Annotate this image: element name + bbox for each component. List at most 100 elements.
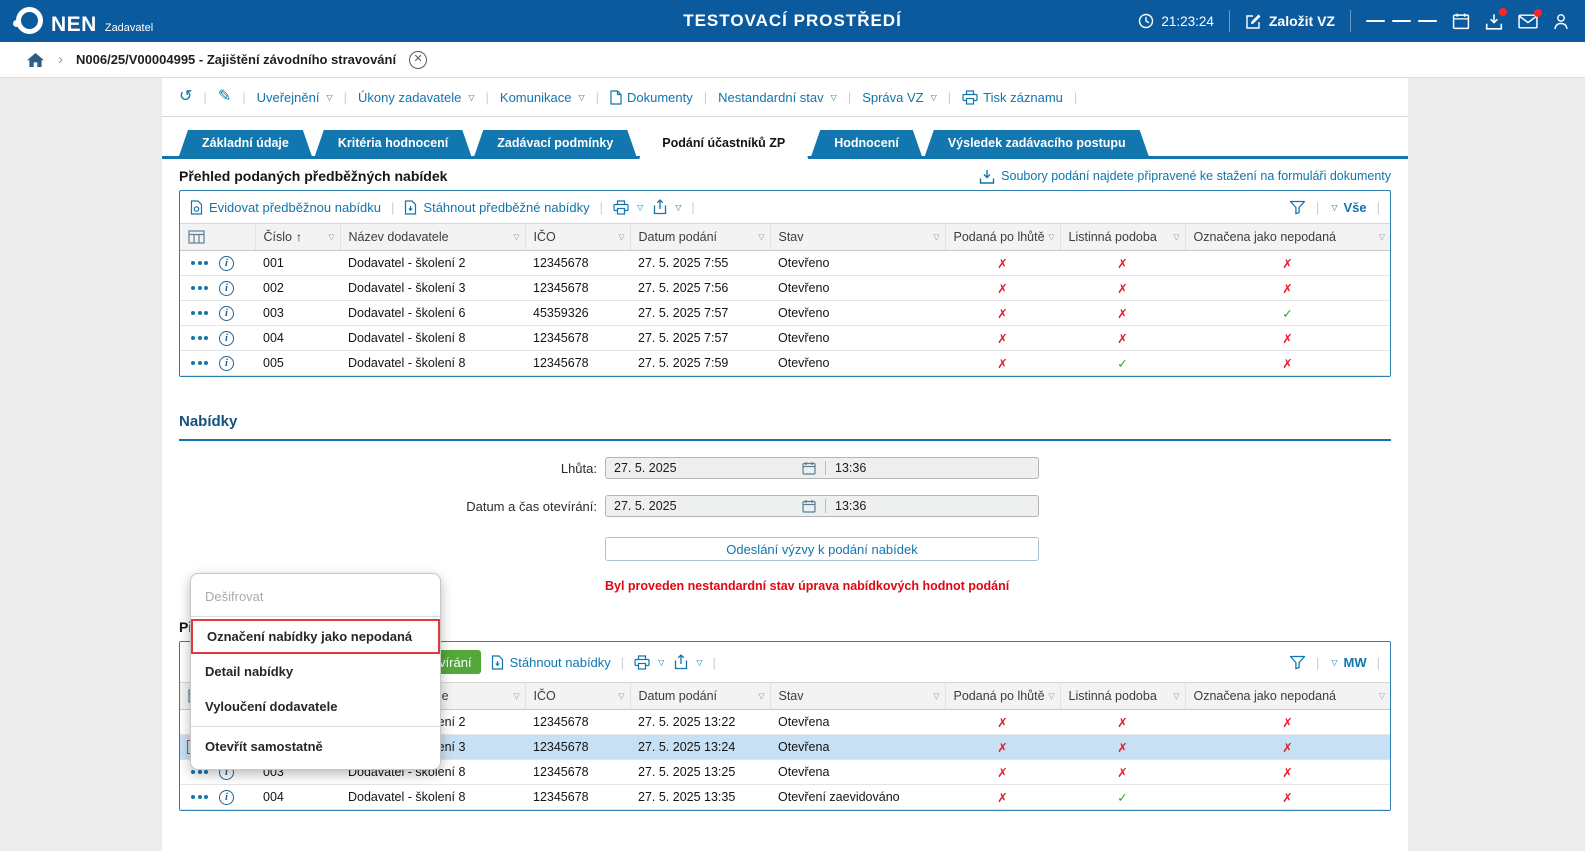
column-header-nazev-dodavatele[interactable]: Název dodavatele▽ bbox=[340, 224, 525, 251]
filter-dropdown-icon[interactable]: ▽ bbox=[513, 692, 519, 701]
column-header-podana-po-lhute[interactable]: Podaná po lhůtě▽ bbox=[945, 683, 1060, 710]
chevron-down-icon: ▽ bbox=[468, 93, 474, 102]
filter-icon[interactable] bbox=[1289, 200, 1306, 215]
info-icon[interactable]: i bbox=[219, 281, 234, 296]
export-button[interactable]: ▽ bbox=[653, 199, 681, 215]
column-header-ico[interactable]: IČO▽ bbox=[525, 224, 630, 251]
info-icon[interactable]: i bbox=[219, 790, 234, 805]
column-header-datum-podani[interactable]: Datum podání▽ bbox=[630, 683, 770, 710]
command-uverejneni[interactable]: Uveřejnění▽ bbox=[257, 90, 333, 105]
print-button[interactable]: ▽ bbox=[613, 200, 643, 215]
info-icon[interactable]: i bbox=[219, 306, 234, 321]
lhuta-datetime-field[interactable]: 27. 5. 2025 13:36 bbox=[605, 457, 1039, 479]
filter-dropdown-icon[interactable]: ▽ bbox=[758, 233, 764, 242]
tab-kriteria-hodnoceni[interactable]: Kritéria hodnocení bbox=[315, 130, 471, 156]
column-header-listinna-podoba[interactable]: Listinná podoba▽ bbox=[1060, 683, 1185, 710]
close-record-icon[interactable]: ✕ bbox=[409, 51, 427, 69]
tab-zadavaci-podminky[interactable]: Zadávací podmínky bbox=[474, 130, 636, 156]
tab-vysledek-zadavaciho-postupu[interactable]: Výsledek zadávacího postupu bbox=[925, 130, 1149, 156]
column-settings-icon[interactable] bbox=[188, 230, 237, 244]
info-icon[interactable]: i bbox=[219, 356, 234, 371]
messages-icon[interactable] bbox=[1518, 14, 1538, 29]
home-icon[interactable] bbox=[26, 52, 45, 68]
filter-dropdown-icon[interactable]: ▽ bbox=[1173, 692, 1179, 701]
filter-dropdown-icon[interactable]: ▽ bbox=[1048, 692, 1054, 701]
filter-dropdown-icon[interactable]: ▽ bbox=[1048, 233, 1054, 242]
table-row[interactable]: i001Dodavatel - školení 21234567827. 5. … bbox=[180, 251, 1390, 276]
filter-dropdown-icon[interactable]: ▽ bbox=[328, 233, 334, 242]
download-bids-button[interactable]: Stáhnout nabídky bbox=[491, 655, 611, 670]
row-menu-icon[interactable] bbox=[188, 257, 211, 269]
table-row[interactable]: i005Dodavatel - školení 81234567827. 5. … bbox=[180, 351, 1390, 376]
filter-dropdown-icon[interactable]: ▽ bbox=[618, 233, 624, 242]
edit-icon[interactable]: ✎ bbox=[218, 89, 231, 105]
command-sprava-vz[interactable]: Správa VZ▽ bbox=[862, 90, 937, 105]
download-note-link[interactable]: Soubory podání najdete připravené ke sta… bbox=[979, 169, 1391, 184]
row-menu-icon[interactable] bbox=[188, 332, 211, 344]
tab-zakladni-udaje[interactable]: Základní údaje bbox=[179, 130, 312, 156]
brand[interactable]: NEN Zadavatel bbox=[16, 7, 153, 35]
table-row[interactable]: i003Dodavatel - školení 64535932627. 5. … bbox=[180, 301, 1390, 326]
column-header-listinna-podoba[interactable]: Listinná podoba▽ bbox=[1060, 224, 1185, 251]
column-header-ico[interactable]: IČO▽ bbox=[525, 683, 630, 710]
user-icon[interactable] bbox=[1553, 13, 1569, 30]
filter-dropdown-icon[interactable]: ▽ bbox=[513, 233, 519, 242]
filter-dropdown-icon[interactable]: ▽ bbox=[1379, 692, 1385, 701]
command-nestandardni-stav[interactable]: Nestandardní stav▽ bbox=[718, 90, 837, 105]
menu-icon[interactable] bbox=[1366, 17, 1437, 26]
cross-icon: ✗ bbox=[997, 741, 1007, 755]
filter-dropdown-icon[interactable]: ▽ bbox=[1173, 233, 1179, 242]
filter-dropdown-icon[interactable]: ▽ bbox=[618, 692, 624, 701]
export-button[interactable]: ▽ bbox=[674, 654, 702, 670]
downloads-icon[interactable] bbox=[1485, 13, 1503, 30]
tab-hodnoceni[interactable]: Hodnocení bbox=[811, 130, 922, 156]
register-preliminary-bid-button[interactable]: Evidovat předběžnou nabídku bbox=[190, 200, 381, 215]
command-dokumenty[interactable]: Dokumenty bbox=[610, 90, 693, 105]
download-preliminary-bids-button[interactable]: Stáhnout předběžné nabídky bbox=[404, 200, 589, 215]
info-icon[interactable]: i bbox=[219, 331, 234, 346]
command-ukony-zadavatele[interactable]: Úkony zadavatele▽ bbox=[358, 90, 475, 105]
table-row[interactable]: i002Dodavatel - školení 31234567827. 5. … bbox=[180, 276, 1390, 301]
filter-dropdown-icon[interactable]: ▽ bbox=[933, 692, 939, 701]
table-row[interactable]: i004Dodavatel - školení 81234567827. 5. … bbox=[180, 785, 1390, 810]
column-header-cislo[interactable]: Číslo↑▽ bbox=[255, 224, 340, 251]
breadcrumb-item[interactable]: N006/25/V00004995 - Zajištění závodního … bbox=[76, 52, 396, 67]
history-icon[interactable]: ↺ bbox=[179, 89, 192, 105]
calendar-icon[interactable] bbox=[1452, 12, 1470, 30]
context-menu-item[interactable]: Otevřít samostatně bbox=[191, 729, 440, 764]
filter-dropdown-icon[interactable]: ▽ bbox=[1379, 233, 1385, 242]
lhuta-date-value[interactable]: 27. 5. 2025 bbox=[606, 461, 802, 475]
otevirani-date-value[interactable]: 27. 5. 2025 bbox=[606, 499, 802, 513]
table-row[interactable]: i004Dodavatel - školení 81234567827. 5. … bbox=[180, 326, 1390, 351]
otevirani-time-value[interactable]: 13:36 bbox=[835, 499, 866, 513]
column-header-stav[interactable]: Stav▽ bbox=[770, 683, 945, 710]
lhuta-time-value[interactable]: 13:36 bbox=[835, 461, 866, 475]
command-tisk-zaznamu[interactable]: Tisk záznamu bbox=[962, 90, 1063, 105]
row-menu-icon[interactable] bbox=[188, 307, 211, 319]
create-vz-button[interactable]: Založit VZ bbox=[1245, 13, 1335, 30]
tab-podani-ucastniku-zp[interactable]: Podání účastníků ZP bbox=[639, 130, 808, 159]
cell-po_lhute: ✗ bbox=[945, 760, 1060, 785]
filter-dropdown-icon[interactable]: ▽ bbox=[758, 692, 764, 701]
column-header-podana-po-lhute[interactable]: Podaná po lhůtě▽ bbox=[945, 224, 1060, 251]
sort-asc-icon[interactable]: ↑ bbox=[296, 230, 302, 244]
filter-dropdown-icon[interactable]: ▽ bbox=[933, 233, 939, 242]
column-header-stav[interactable]: Stav▽ bbox=[770, 224, 945, 251]
info-icon[interactable]: i bbox=[219, 256, 234, 271]
row-menu-icon[interactable] bbox=[188, 791, 211, 803]
column-header-oznacena-jako-nepodana[interactable]: Označena jako nepodaná▽ bbox=[1185, 224, 1390, 251]
column-header-datum-podani[interactable]: Datum podání▽ bbox=[630, 224, 770, 251]
context-menu-item[interactable]: Vyloučení dodavatele bbox=[191, 689, 440, 724]
print-button[interactable]: ▽ bbox=[634, 655, 664, 670]
column-header-oznacena-jako-nepodana[interactable]: Označena jako nepodaná▽ bbox=[1185, 683, 1390, 710]
row-menu-icon[interactable] bbox=[188, 357, 211, 369]
filter-icon[interactable] bbox=[1289, 655, 1306, 670]
context-menu-item[interactable]: Detail nabídky bbox=[191, 654, 440, 689]
view-filter-dropdown[interactable]: ▽ MW bbox=[1329, 655, 1366, 670]
row-menu-icon[interactable] bbox=[188, 282, 211, 294]
send-call-for-bids-button[interactable]: Odeslání výzvy k podání nabídek bbox=[605, 537, 1039, 561]
view-filter-dropdown[interactable]: ▽ Vše bbox=[1329, 200, 1366, 215]
otevirani-datetime-field[interactable]: 27. 5. 2025 13:36 bbox=[605, 495, 1039, 517]
command-komunikace[interactable]: Komunikace▽ bbox=[500, 90, 585, 105]
context-menu-item[interactable]: Označení nabídky jako nepodaná bbox=[191, 619, 440, 654]
